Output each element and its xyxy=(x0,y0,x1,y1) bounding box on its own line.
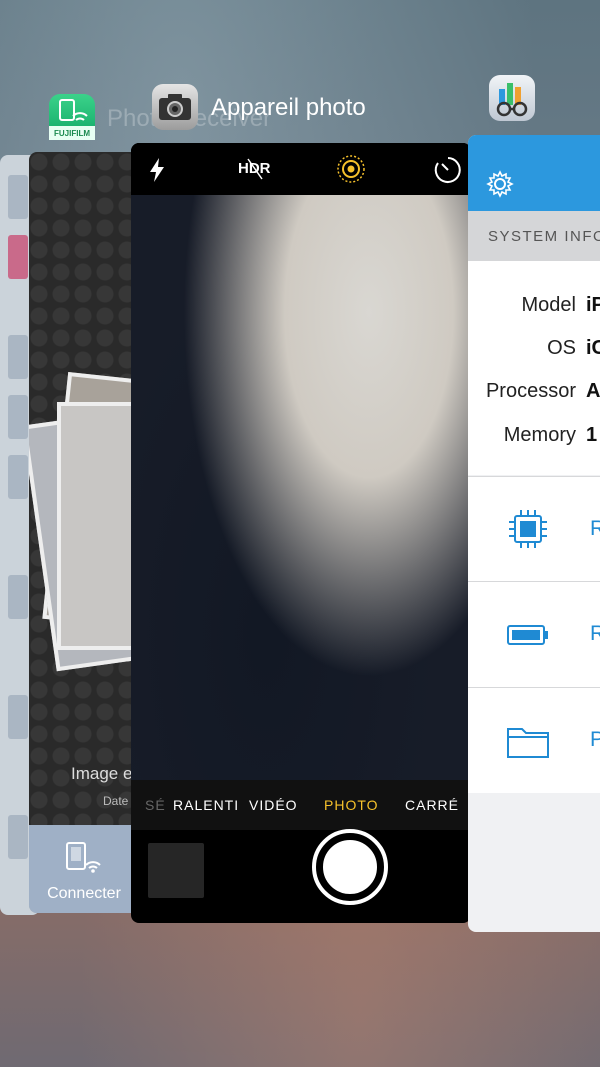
info-value-os: iC xyxy=(586,337,600,359)
battery-icon xyxy=(507,625,548,645)
folder-icon xyxy=(507,728,549,758)
wifi-device-icon xyxy=(66,842,101,873)
list-item xyxy=(8,335,28,379)
info-label-model: Model xyxy=(521,294,576,316)
fujifilm-logo-text: FUJIFILM xyxy=(54,129,90,138)
menu-item-storage[interactable]: P xyxy=(468,687,600,793)
section-header: SYSTEM INFO xyxy=(468,211,600,261)
camera-app-icon[interactable] xyxy=(152,84,198,130)
connect-label: Connecter xyxy=(47,885,121,902)
menu-item-label: P xyxy=(590,728,600,751)
camera-viewfinder[interactable] xyxy=(131,195,471,780)
section-title: SYSTEM INFO xyxy=(488,228,600,245)
camera-top-bar xyxy=(131,143,471,195)
timer-icon[interactable] xyxy=(433,155,463,185)
info-value-model: iP xyxy=(586,294,600,316)
flash-icon[interactable] xyxy=(147,157,167,183)
menu-item-label: R xyxy=(590,622,600,645)
shutter-button-inner xyxy=(320,837,380,897)
date-label: Date xyxy=(103,794,129,808)
header xyxy=(468,135,600,211)
list-item xyxy=(8,235,28,279)
list-item xyxy=(8,395,28,439)
fujifilm-app-icon[interactable]: FUJIFILM xyxy=(49,94,95,140)
camera-app-card[interactable]: HDR SÉ RALENTI VIDÉO PHOTO CARRÉ xyxy=(131,143,471,923)
info-value-memory: 1 xyxy=(586,424,598,446)
mode-slowmo[interactable]: RALENTI xyxy=(173,797,239,813)
camera-app-title: Appareil photo xyxy=(211,94,366,121)
info-value-processor: A xyxy=(586,380,600,402)
hdr-off-slash-icon xyxy=(247,158,263,180)
info-label-memory: Memory xyxy=(503,424,576,446)
list-item xyxy=(8,175,28,219)
chart-glasses-icon xyxy=(496,83,528,117)
list-item xyxy=(8,815,28,859)
info-label-os: OS xyxy=(547,337,576,359)
connect-button[interactable]: Connecter xyxy=(29,825,139,913)
menu-item-battery[interactable]: R xyxy=(468,581,600,687)
mode-slow[interactable]: SÉ xyxy=(145,797,166,813)
image-caption: Image e xyxy=(71,764,133,783)
mode-square[interactable]: CARRÉ xyxy=(405,797,459,813)
menu-item-cpu[interactable]: R xyxy=(468,476,600,582)
list-item xyxy=(8,695,28,739)
system-info-list: Model iP OS iC Processor A Memory 1 xyxy=(468,261,600,475)
last-photo-thumbnail[interactable] xyxy=(148,843,204,898)
mode-photo[interactable]: PHOTO xyxy=(324,797,379,813)
settings-gear-icon[interactable] xyxy=(486,170,514,198)
camera-icon xyxy=(159,94,191,120)
live-photo-icon[interactable] xyxy=(335,153,367,185)
system-info-card[interactable]: SYSTEM INFO Model iP OS iC Processor A M… xyxy=(468,135,600,932)
list-item xyxy=(8,455,28,499)
wifi-camera-icon: FUJIFILM xyxy=(49,99,95,140)
mode-video[interactable]: VIDÉO xyxy=(249,797,298,813)
list-item xyxy=(8,575,28,619)
hdr-toggle[interactable]: HDR xyxy=(238,158,271,180)
menu-item-label: R xyxy=(590,517,600,540)
cpu-icon xyxy=(509,510,547,548)
info-label-processor: Processor xyxy=(485,380,576,402)
system-info-app-icon[interactable] xyxy=(489,75,535,121)
